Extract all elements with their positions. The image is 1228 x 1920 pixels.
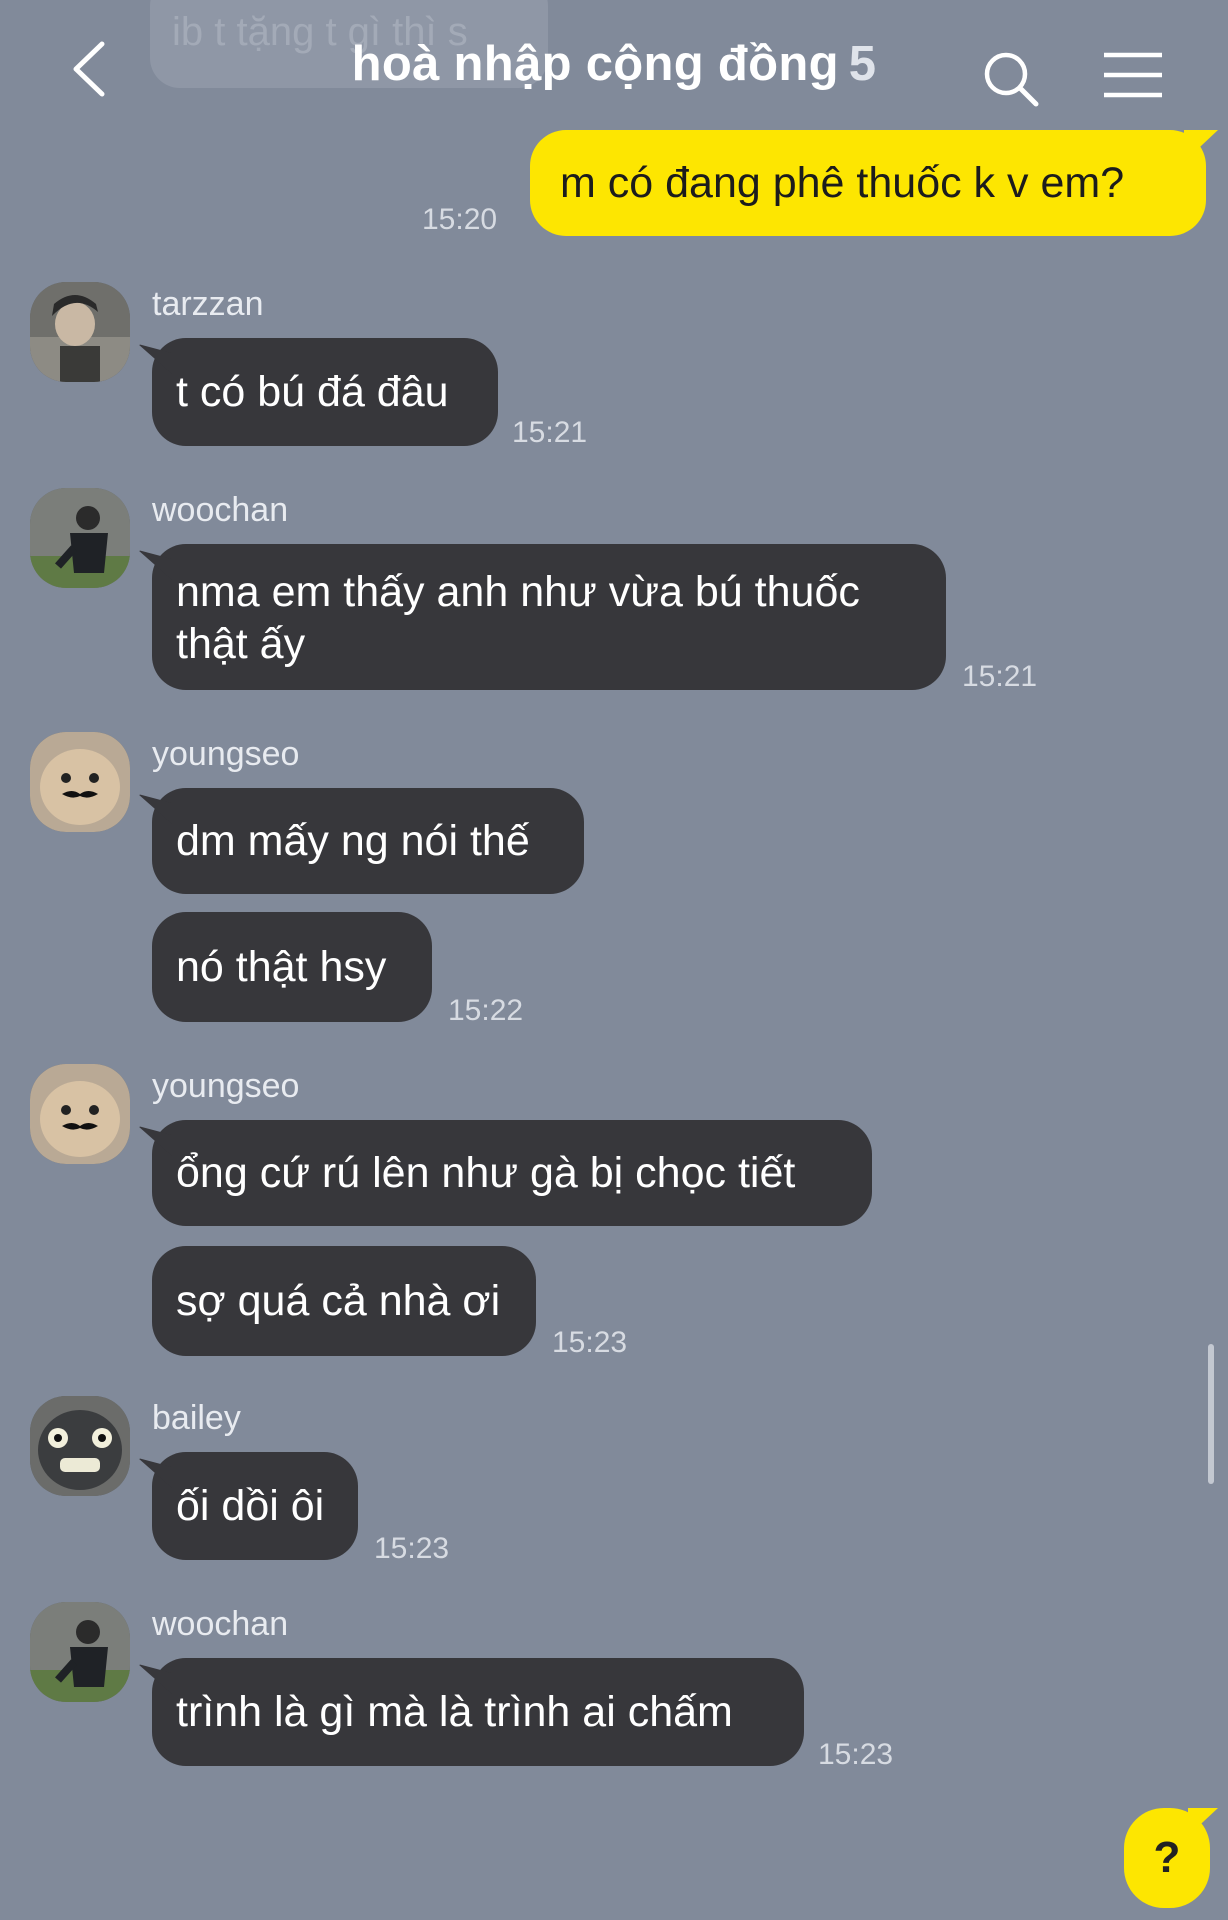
help-label: ? — [1153, 1833, 1181, 1882]
avatar-image — [30, 1064, 130, 1164]
avatar[interactable] — [30, 732, 130, 832]
sender-name: youngseo — [152, 735, 300, 773]
my-message-bubble[interactable]: m có đang phê thuốc k v em? — [530, 130, 1206, 236]
message-time: 15:21 — [512, 416, 588, 449]
message-bubble[interactable]: nó thật hsy — [152, 912, 432, 1022]
avatar-image — [30, 1396, 130, 1496]
search-button[interactable] — [982, 50, 1040, 108]
sender-name: youngseo — [152, 1067, 300, 1105]
message-time: 15:21 — [962, 660, 1038, 693]
avatar-image — [30, 282, 130, 382]
message-bubble[interactable]: trình là gì mà là trình ai chấm — [152, 1658, 804, 1766]
sender-name: woochan — [152, 1605, 289, 1643]
menu-button[interactable] — [1102, 52, 1164, 98]
search-icon — [984, 52, 1039, 107]
hamburger-menu-icon — [1104, 52, 1162, 98]
message-bubble[interactable]: t có bú đá đâu — [152, 338, 498, 446]
avatar-image — [30, 732, 130, 832]
message-bubble[interactable]: dm mấy ng nói thế — [152, 788, 584, 894]
chat-title-text: hoà nhập cộng đồng — [351, 37, 839, 91]
message-bubble[interactable]: nma em thấy anh như vừa bú thuốc thật ấy — [152, 544, 946, 690]
message-time: 15:23 — [374, 1532, 450, 1565]
member-count: 5 — [848, 37, 877, 91]
avatar-image — [30, 1602, 130, 1702]
message-time: 15:20 — [422, 203, 498, 236]
scrollbar[interactable] — [1208, 1344, 1214, 1484]
help-button[interactable]: ? — [1124, 1808, 1210, 1908]
message-time: 15:23 — [552, 1326, 628, 1359]
sender-name: tarzzan — [152, 285, 264, 323]
message-time: 15:22 — [448, 994, 524, 1027]
sender-name: woochan — [152, 491, 289, 529]
avatar[interactable] — [30, 282, 130, 382]
chat-title: hoà nhập cộng đồng 5 — [0, 36, 1228, 92]
avatar[interactable] — [30, 488, 130, 588]
avatar-image — [30, 488, 130, 588]
avatar[interactable] — [30, 1064, 130, 1164]
message-bubble[interactable]: sợ quá cả nhà ơi — [152, 1246, 536, 1356]
sender-name: bailey — [152, 1399, 241, 1437]
message-bubble[interactable]: ối dồi ôi — [152, 1452, 358, 1560]
avatar[interactable] — [30, 1602, 130, 1702]
message-time: 15:23 — [818, 1738, 894, 1771]
message-bubble[interactable]: ổng cứ rú lên như gà bị chọc tiết — [152, 1120, 872, 1226]
avatar[interactable] — [30, 1396, 130, 1496]
